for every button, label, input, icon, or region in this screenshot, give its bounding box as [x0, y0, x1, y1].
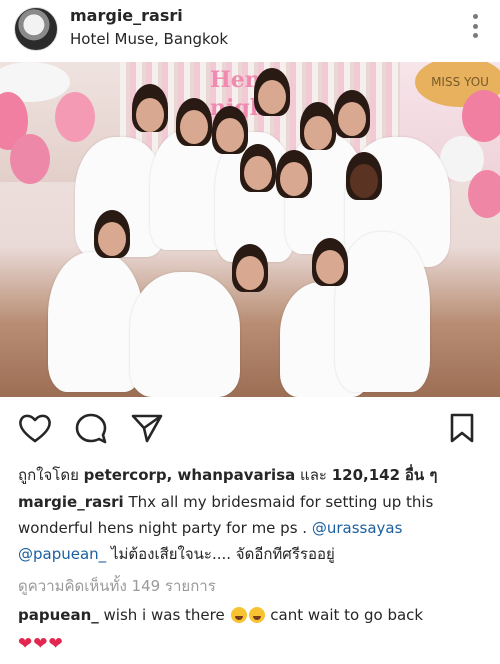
post-username[interactable]: margie_rasri — [70, 6, 183, 25]
caption-thai-text: ไม่ต้องเสียใจนะ.... จัดอีกทีศรีรออยู่ — [110, 545, 335, 563]
pink-balloon — [10, 134, 50, 184]
more-options-icon[interactable] — [470, 14, 480, 38]
post-photo[interactable]: Hens night MISS YOU — [0, 62, 500, 397]
heart-icon[interactable] — [18, 412, 52, 444]
comment-icon[interactable] — [74, 412, 108, 444]
grinning-face-icon — [248, 607, 265, 623]
comment-username[interactable]: papuean_ — [18, 606, 99, 624]
comment-text: cant wait to go back — [270, 606, 424, 624]
post-location[interactable]: Hotel Muse, Bangkok — [70, 30, 228, 48]
likes-prefix: ถูกใจโดย — [18, 466, 79, 484]
hearts-icon: ❤❤❤ — [18, 634, 64, 654]
likes-line[interactable]: ถูกใจโดย petercorp, whanpavarisa และ 120… — [18, 463, 437, 487]
likes-joiner: และ — [300, 466, 327, 484]
likes-count[interactable]: 120,142 — [332, 466, 400, 484]
bookmark-icon[interactable] — [448, 412, 476, 444]
post-caption: margie_rasri Thx all my bridesmaid for s… — [18, 489, 488, 567]
caption-mention[interactable]: @urassayas — [312, 519, 403, 537]
grinning-face-icon — [230, 607, 247, 623]
likes-suffix[interactable]: อื่น ๆ — [405, 466, 438, 484]
pink-balloon — [468, 170, 500, 218]
post-header: margie_rasri Hotel Muse, Bangkok — [0, 0, 500, 62]
pink-balloon — [462, 90, 500, 142]
action-bar — [0, 400, 500, 456]
comment-text: wish i was there — [103, 606, 225, 624]
pink-balloon — [55, 92, 95, 142]
caption-mention[interactable]: @papuean_ — [18, 545, 106, 563]
view-all-comments-link[interactable]: ดูความคิดเห็นทั้ง 149 รายการ — [18, 574, 216, 598]
share-icon[interactable] — [130, 412, 164, 444]
likes-users[interactable]: petercorp, whanpavarisa — [84, 466, 296, 484]
comment-item: papuean_ wish i was there cant wait to g… — [18, 606, 423, 624]
caption-username[interactable]: margie_rasri — [18, 493, 124, 511]
avatar[interactable] — [14, 7, 58, 51]
